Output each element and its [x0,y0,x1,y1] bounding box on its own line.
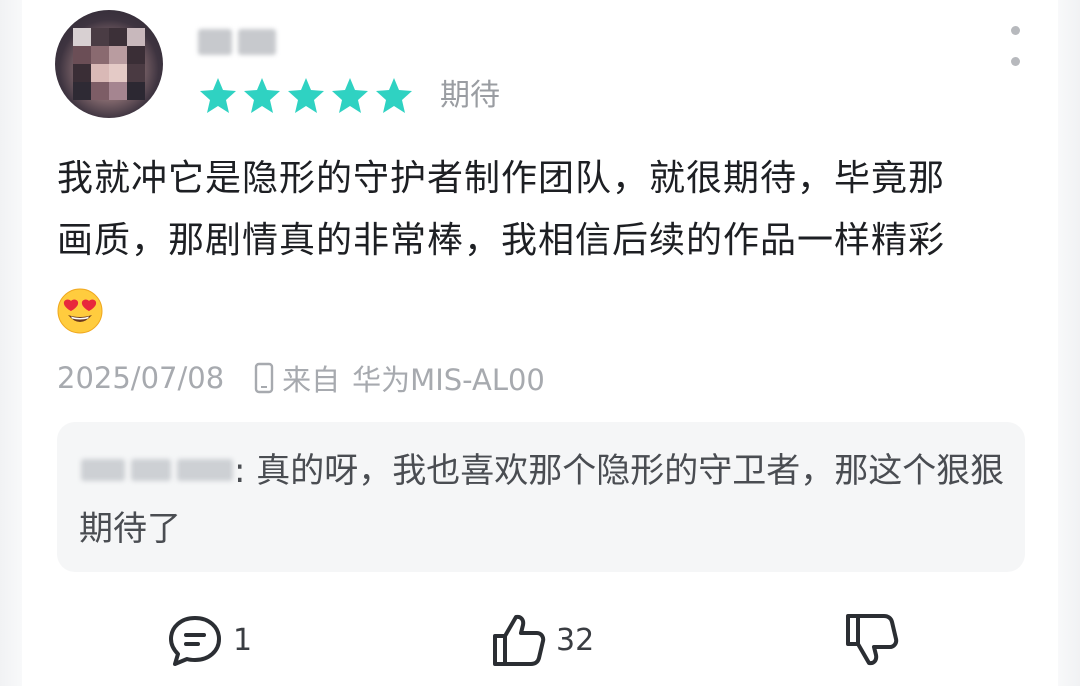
thumbs-up-icon [493,614,546,666]
action-bar: 1 32 [0,610,1080,670]
star-icon [288,78,324,113]
thumbs-down-icon [846,614,899,666]
reply-text: : 真的呀，我也喜欢那个隐形的守卫者，那这个狠狠期待了 [79,451,1005,549]
comment-button[interactable]: 1 [165,610,252,670]
like-count: 32 [556,622,595,658]
review-card: 期待 我就冲它是隐形的守护者制作团队，就很期待，毕竟那 画质，那剧情真的非常棒，… [0,0,1080,686]
star-icon [200,78,236,113]
like-button[interactable]: 32 [490,610,594,670]
page-edge-left [0,0,22,686]
rating-stars [198,75,414,115]
username-blurred[interactable] [198,26,282,58]
review-date: 2025/07/08 [57,361,225,395]
device-name: 华为MIS-AL00 [352,363,545,397]
dislike-button[interactable] [843,610,901,670]
comment-count: 1 [233,622,253,658]
rating-label: 期待 [440,78,500,113]
star-icon [244,78,280,113]
more-vertical-icon[interactable] [1003,26,1027,66]
review-text: 我就冲它是隐形的守护者制作团队，就很期待，毕竟那 画质，那剧情真的非常棒，我相信… [57,148,1017,272]
phone-icon [254,362,274,394]
reply-box[interactable]: : 真的呀，我也喜欢那个隐形的守卫者，那这个狠狠期待了 [57,422,1025,572]
avatar[interactable] [55,10,163,118]
star-icon [332,78,368,113]
review-text-line: 我就冲它是隐形的守护者制作团队，就很期待，毕竟那 [57,158,946,199]
star-icon [376,78,412,113]
review-meta: 2025/07/08 来自 华为MIS-AL00 [57,358,545,398]
page-edge-right [1058,0,1080,686]
review-text-line: 画质，那剧情真的非常棒，我相信后续的作品一样精彩 [57,220,946,261]
source-prefix: 来自 [282,363,341,397]
heart-eyes-emoji [57,288,103,334]
comment-icon [169,616,221,666]
